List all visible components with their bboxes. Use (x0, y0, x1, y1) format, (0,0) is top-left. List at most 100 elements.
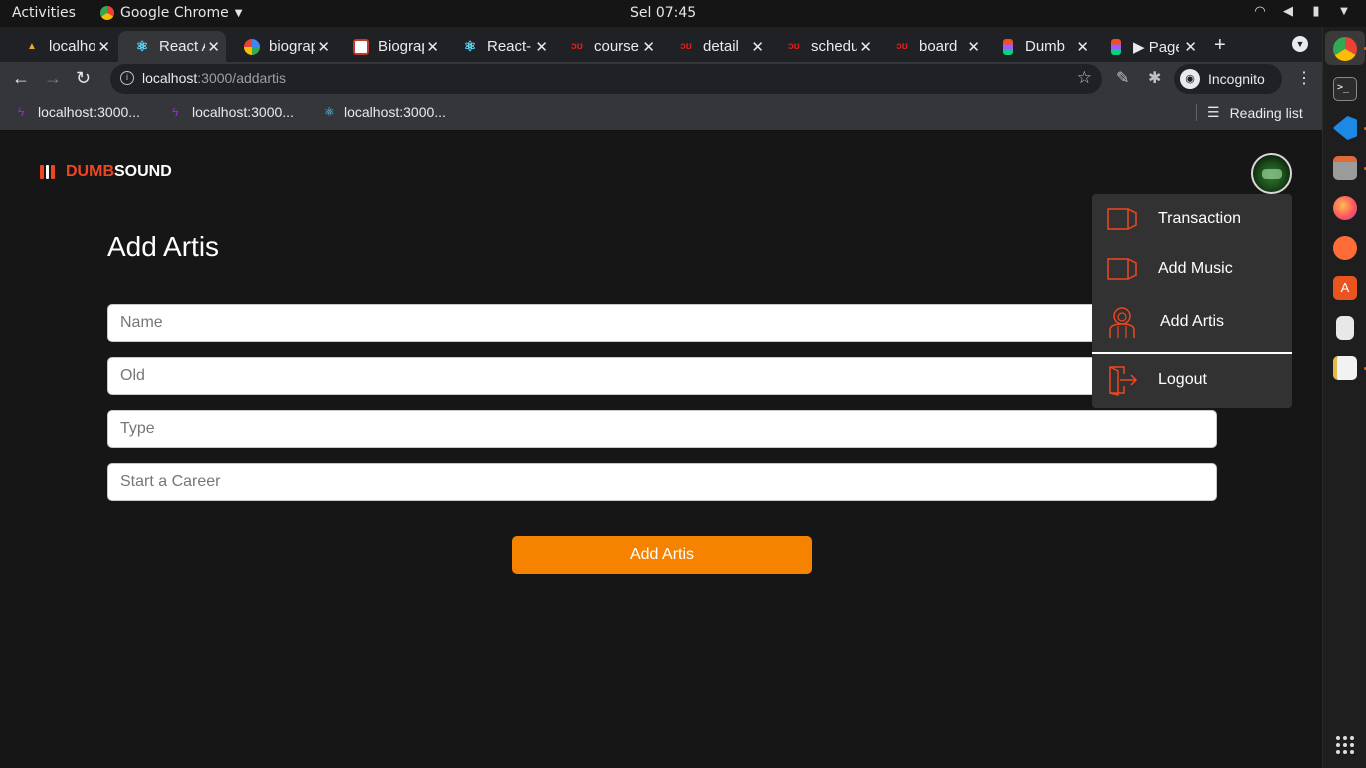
vite-icon: ▲ (27, 41, 37, 52)
tab-title: board (919, 38, 958, 55)
volume-icon: ◀ (1283, 4, 1293, 19)
site-info-icon[interactable]: i (120, 71, 134, 85)
reading-list-label: Reading list (1229, 104, 1303, 121)
url-text[interactable]: localhost:3000/addartis (142, 70, 286, 86)
tab-title: biography (269, 38, 315, 55)
clock[interactable]: Sel 07:45 (630, 5, 696, 21)
close-icon[interactable]: ✕ (642, 38, 655, 56)
logo-sound: SOUND (114, 163, 172, 180)
close-icon[interactable]: ✕ (751, 38, 764, 56)
tab[interactable]: Dumb ✕ (987, 31, 1095, 62)
close-icon[interactable]: ✕ (97, 38, 110, 56)
bookmark-star-icon[interactable]: ☆ (1077, 68, 1092, 88)
back-icon[interactable]: ← (12, 68, 30, 89)
close-icon[interactable]: ✕ (426, 38, 439, 56)
singer-icon (1109, 307, 1135, 338)
tab[interactable]: ▲ localhost ✕ (8, 31, 116, 62)
close-icon[interactable]: ✕ (1076, 38, 1089, 56)
react-icon: ⚛ (324, 105, 335, 119)
tab-title: detail (703, 38, 739, 55)
more-menu-icon[interactable]: ⋮ (1296, 68, 1312, 88)
menu-item-add-music[interactable]: Add Music (1092, 244, 1292, 294)
new-tab-icon[interactable]: + (1214, 34, 1226, 57)
user-dropdown-menu: Transaction Add Music Add Artis Logout (1092, 194, 1292, 408)
chevron-down-icon: ▼ (234, 7, 243, 19)
type-field[interactable] (107, 410, 1217, 448)
page-title: Add Artis (107, 231, 220, 262)
bookmark-label: localhost:3000... (192, 104, 294, 120)
dock: >_ A (1322, 27, 1366, 768)
menu-item-logout[interactable]: Logout (1092, 355, 1292, 405)
terminal-icon[interactable]: >_ (1333, 77, 1357, 101)
forward-icon[interactable]: → (44, 68, 62, 89)
firefox-icon[interactable] (1333, 196, 1357, 220)
tab-title: Dumb (1025, 38, 1066, 55)
close-icon[interactable]: ✕ (535, 38, 548, 56)
tab[interactable]: ɔʊ board ✕ (878, 31, 986, 62)
tab-active[interactable]: ⚛ React App ✕ (118, 31, 226, 62)
pen-extension-icon[interactable]: ✎ (1116, 68, 1129, 88)
extensions-icon[interactable]: ✱ (1148, 68, 1161, 88)
old-field[interactable] (107, 357, 1217, 395)
tab-title: ▶ Page (1133, 38, 1179, 56)
reload-icon[interactable]: ↻ (76, 68, 91, 89)
close-icon[interactable]: ✕ (207, 38, 220, 56)
menu-item-label: Logout (1158, 371, 1207, 388)
system-top-bar: Activities Google Chrome ▼ Sel 07:45 ◠ ◀… (0, 0, 1366, 27)
activities-button[interactable]: Activities (12, 5, 76, 21)
text-editor-icon[interactable] (1333, 356, 1357, 380)
files-icon[interactable] (1333, 156, 1357, 180)
bookmark-item[interactable]: ϟ localhost:3000... (172, 104, 294, 120)
show-applications-icon[interactable] (1336, 736, 1354, 754)
tab[interactable]: ɔʊ course ✕ (553, 31, 661, 62)
close-icon[interactable]: ✕ (967, 38, 980, 56)
vscode-icon[interactable] (1333, 116, 1357, 140)
tab[interactable]: ▶ Page ✕ (1095, 31, 1203, 62)
app-menu[interactable]: Google Chrome ▼ (100, 5, 242, 21)
logo-dumb: DUMB (66, 163, 114, 180)
bookmark-item[interactable]: ϟ localhost:3000... (18, 104, 140, 120)
browser-toolbar: ← → ↻ i localhost:3000/addartis ☆ ✎ ✱ ◉ … (0, 62, 1322, 96)
close-icon[interactable]: ✕ (317, 38, 330, 56)
transaction-icon (1107, 208, 1137, 230)
dw-icon: ɔʊ (680, 41, 692, 52)
address-bar[interactable]: i localhost:3000/addartis ☆ (110, 64, 1102, 94)
tab[interactable]: Biography ✕ (337, 31, 445, 62)
tab-search-icon[interactable]: ▼ (1292, 36, 1308, 52)
site-icon (353, 38, 369, 55)
add-music-icon (1107, 258, 1137, 280)
vite-icon: ϟ (172, 105, 179, 119)
tab-strip: ▲ localhost ✕ ⚛ React App ✕ biography ✕ … (0, 27, 1322, 62)
tab-title: Biography (378, 38, 424, 55)
tab[interactable]: ɔʊ schedule ✕ (770, 31, 878, 62)
postman-icon[interactable] (1333, 236, 1357, 260)
bookmarks-bar: ϟ localhost:3000... ϟ localhost:3000... … (0, 96, 1322, 131)
reading-list-icon: ☰ (1207, 104, 1220, 120)
software-store-icon[interactable]: A (1333, 276, 1357, 300)
tab[interactable]: biography ✕ (228, 31, 336, 62)
tab[interactable]: ⚛ React- ✕ (446, 31, 554, 62)
menu-item-label: Add Artis (1160, 313, 1225, 330)
tab[interactable]: ɔʊ detail ✕ (662, 31, 770, 62)
menu-item-transaction[interactable]: Transaction (1092, 194, 1292, 244)
incognito-profile-button[interactable]: ◉ Incognito (1174, 64, 1282, 94)
chrome-icon[interactable] (1333, 37, 1357, 61)
menu-divider (1092, 352, 1292, 354)
menu-item-add-artis[interactable]: Add Artis (1092, 297, 1292, 347)
tab-title: React App (159, 38, 205, 55)
wifi-icon: ◠ (1254, 4, 1266, 19)
close-icon[interactable]: ✕ (1184, 38, 1197, 56)
add-artis-button[interactable]: Add Artis (512, 536, 812, 574)
close-icon[interactable]: ✕ (859, 38, 872, 56)
tab-title: localhost (49, 38, 95, 55)
avatar[interactable] (1251, 153, 1292, 194)
app-logo[interactable]: DUMBSOUND (40, 163, 172, 181)
usb-drive-icon[interactable] (1336, 316, 1354, 340)
reading-list-button[interactable]: ☰ Reading list (1196, 104, 1303, 121)
system-tray[interactable]: ◠ ◀ ▮ ▼ (1252, 4, 1352, 20)
bookmark-label: localhost:3000... (344, 104, 446, 120)
name-field[interactable] (107, 304, 1217, 342)
start-career-field[interactable] (107, 463, 1217, 501)
dw-icon: ɔʊ (788, 41, 800, 52)
bookmark-item[interactable]: ⚛ localhost:3000... (324, 104, 446, 120)
